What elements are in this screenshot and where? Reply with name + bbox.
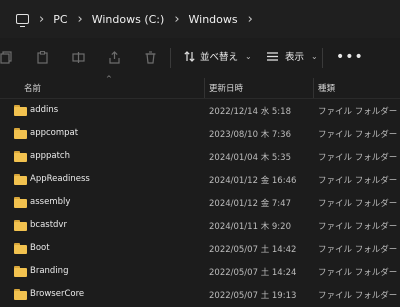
- item-name: appcompat: [30, 128, 79, 138]
- sort-up-icon: ^: [106, 75, 112, 83]
- folder-icon: [14, 266, 27, 277]
- folder-icon: [14, 151, 27, 162]
- share-icon[interactable]: [108, 51, 121, 64]
- chevron-right-icon: ›: [77, 11, 83, 27]
- item-name: apppatch: [30, 151, 70, 161]
- chevron-right-icon: ›: [174, 11, 180, 27]
- sort-icon: [184, 50, 195, 62]
- item-date: 2024/01/12 金 16:46: [209, 176, 297, 186]
- command-bar: 並べ替え ⌄ 表示 ⌄ •••: [0, 38, 400, 78]
- more-options-button[interactable]: •••: [336, 49, 364, 65]
- folder-icon: [14, 220, 27, 231]
- item-type: ファイル フォルダー: [318, 291, 398, 301]
- item-type: ファイル フォルダー: [318, 176, 398, 186]
- sort-button[interactable]: 並べ替え ⌄: [183, 49, 252, 63]
- rename-icon[interactable]: [72, 51, 85, 64]
- item-type: ファイル フォルダー: [318, 222, 398, 232]
- item-name: bcastdvr: [30, 220, 67, 230]
- list-item[interactable]: appcompat 2023/08/10 木 7:36 ファイル フォルダー: [0, 123, 400, 146]
- item-date: 2024/01/11 木 9:20: [209, 222, 291, 232]
- item-type: ファイル フォルダー: [318, 245, 398, 255]
- list-item[interactable]: addins 2022/12/14 水 5:18 ファイル フォルダー: [0, 100, 400, 123]
- copy-icon[interactable]: [0, 51, 13, 64]
- item-type: ファイル フォルダー: [318, 153, 398, 163]
- toolbar-divider: [170, 48, 171, 68]
- folder-icon: [14, 243, 27, 254]
- item-type: ファイル フォルダー: [318, 199, 398, 209]
- item-type: ファイル フォルダー: [318, 130, 398, 140]
- folder-icon: [14, 128, 27, 139]
- breadcrumb: › PC › Windows (C:) › Windows ›: [0, 0, 400, 38]
- folder-icon: [14, 105, 27, 116]
- item-date: 2022/05/07 土 19:13: [209, 291, 297, 301]
- column-separator[interactable]: [204, 78, 205, 98]
- column-header-name[interactable]: 名前: [24, 82, 41, 94]
- item-name: addins: [30, 105, 59, 115]
- folder-icon: [14, 289, 27, 300]
- view-label: 表示: [285, 52, 305, 63]
- view-button[interactable]: 表示 ⌄: [266, 49, 318, 63]
- list-item[interactable]: bcastdvr 2024/01/11 木 9:20 ファイル フォルダー: [0, 215, 400, 238]
- folder-icon: [14, 197, 27, 208]
- computer-icon[interactable]: [16, 14, 29, 27]
- item-name: AppReadiness: [30, 174, 90, 184]
- item-date: 2024/01/12 金 7:47: [209, 199, 291, 209]
- item-name: BrowserCore: [30, 289, 85, 299]
- breadcrumb-item-drive[interactable]: Windows (C:): [92, 13, 165, 26]
- delete-icon[interactable]: [144, 51, 157, 64]
- chevron-right-icon: ›: [39, 11, 45, 27]
- column-separator[interactable]: [313, 78, 314, 98]
- item-type: ファイル フォルダー: [318, 268, 398, 278]
- item-name: Branding: [30, 266, 69, 276]
- column-header-row: ^ 名前 更新日時 種類: [0, 75, 400, 99]
- list-item[interactable]: assembly 2024/01/12 金 7:47 ファイル フォルダー: [0, 192, 400, 215]
- item-name: Boot: [30, 243, 50, 253]
- column-header-type[interactable]: 種類: [318, 82, 335, 94]
- list-item[interactable]: apppatch 2024/01/04 木 5:35 ファイル フォルダー: [0, 146, 400, 169]
- column-header-date[interactable]: 更新日時: [209, 82, 243, 94]
- list-item[interactable]: BrowserCore 2022/05/07 土 19:13 ファイル フォルダ…: [0, 284, 400, 307]
- list-item[interactable]: AppReadiness 2024/01/12 金 16:46 ファイル フォル…: [0, 169, 400, 192]
- folder-icon: [14, 174, 27, 185]
- toolbar-divider: [322, 48, 323, 68]
- item-type: ファイル フォルダー: [318, 107, 398, 117]
- list-item[interactable]: Boot 2022/05/07 土 14:42 ファイル フォルダー: [0, 238, 400, 261]
- list-item[interactable]: Branding 2022/05/07 土 14:24 ファイル フォルダー: [0, 261, 400, 284]
- chevron-down-icon: ⌄: [311, 51, 318, 61]
- item-date: 2023/08/10 木 7:36: [209, 130, 291, 140]
- item-date: 2022/12/14 水 5:18: [209, 107, 291, 117]
- view-icon: [267, 51, 278, 61]
- breadcrumb-item-windows[interactable]: Windows: [189, 13, 238, 26]
- item-name: assembly: [30, 197, 71, 207]
- item-date: 2024/01/04 木 5:35: [209, 153, 291, 163]
- paste-icon[interactable]: [36, 51, 49, 64]
- sort-label: 並べ替え: [200, 52, 239, 63]
- chevron-right-icon[interactable]: ›: [248, 12, 253, 27]
- item-date: 2022/05/07 土 14:42: [209, 245, 297, 255]
- chevron-down-icon: ⌄: [245, 51, 252, 61]
- item-date: 2022/05/07 土 14:24: [209, 268, 297, 278]
- breadcrumb-item-pc[interactable]: PC: [53, 13, 67, 26]
